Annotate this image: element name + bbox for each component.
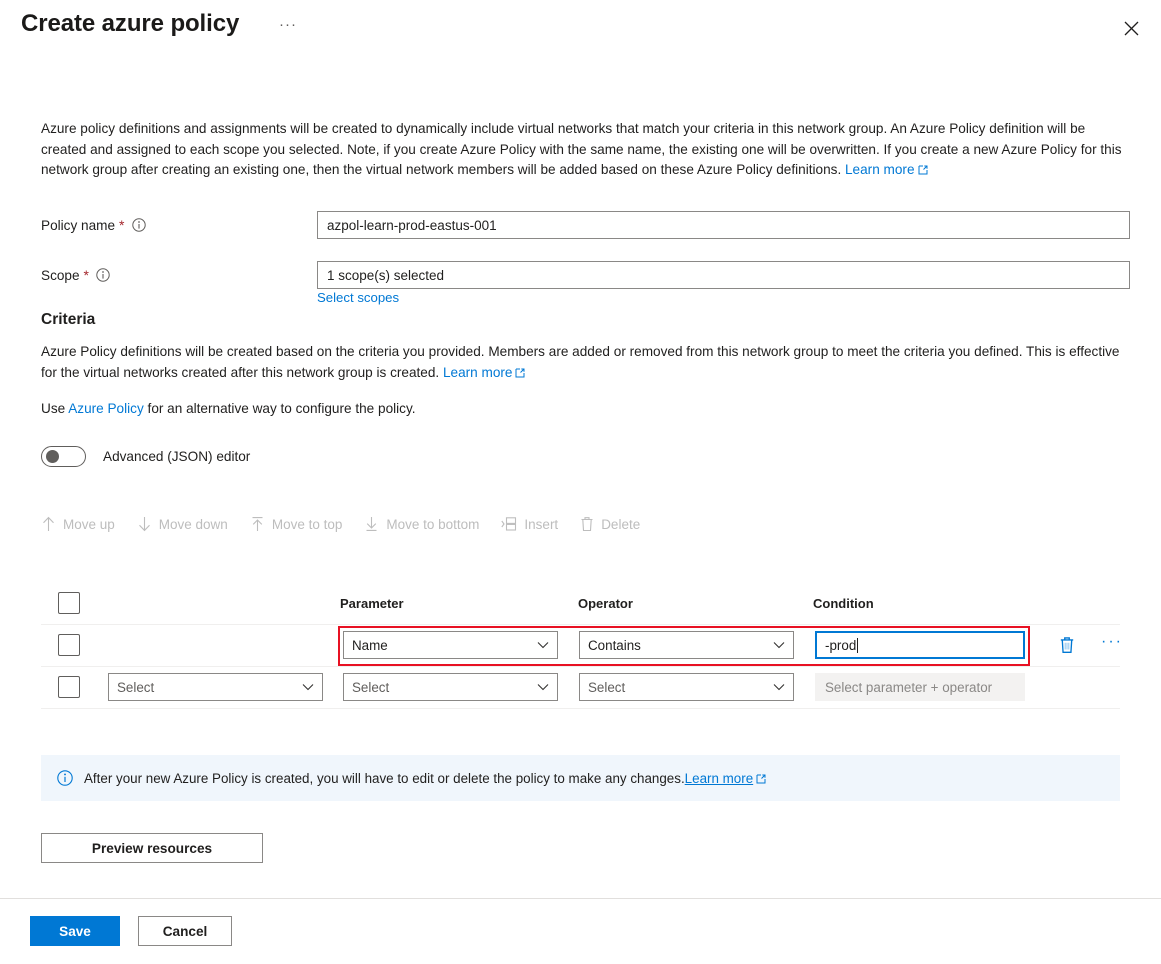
policy-name-input[interactable]: [317, 211, 1130, 239]
criteria-description: Azure Policy definitions will be created…: [41, 342, 1131, 383]
column-header-operator: Operator: [578, 596, 633, 611]
insert-label: Insert: [524, 517, 558, 532]
arrow-to-bottom-icon: [364, 516, 379, 532]
save-button[interactable]: Save: [30, 916, 120, 946]
criteria-learn-more-link[interactable]: Learn more: [443, 365, 513, 380]
row2-condition-input: Select parameter + operator: [815, 673, 1025, 701]
criteria-heading: Criteria: [41, 311, 95, 329]
title-more-menu-icon[interactable]: ···: [275, 14, 301, 35]
external-link-icon: [515, 368, 525, 378]
cancel-button[interactable]: Cancel: [138, 916, 232, 946]
row1-parameter-value: Name: [352, 638, 388, 653]
scope-label-text: Scope: [41, 268, 80, 283]
alternative-config-text: Use Azure Policy for an alternative way …: [41, 399, 416, 420]
chevron-down-icon: [537, 641, 549, 649]
scope-required-mark: *: [84, 267, 89, 283]
info-icon[interactable]: [96, 268, 110, 282]
advanced-json-editor-toggle[interactable]: [41, 446, 86, 467]
move-to-bottom-button[interactable]: Move to bottom: [364, 516, 479, 532]
preview-resources-button[interactable]: Preview resources: [41, 833, 263, 863]
advanced-json-editor-toggle-row: Advanced (JSON) editor: [41, 446, 250, 467]
alt-text-before: Use: [41, 401, 68, 416]
row2-parameter-select[interactable]: Select: [343, 673, 558, 701]
azure-policy-link[interactable]: Azure Policy: [68, 401, 144, 416]
chevron-down-icon: [537, 683, 549, 691]
move-up-button[interactable]: Move up: [41, 516, 115, 532]
row2-parameter-value: Select: [352, 680, 389, 695]
info-icon[interactable]: [132, 218, 146, 232]
row1-more-icon[interactable]: ···: [1101, 633, 1123, 651]
chevron-down-icon: [773, 641, 785, 649]
scope-label: Scope *: [41, 267, 110, 283]
criteria-description-text: Azure Policy definitions will be created…: [41, 344, 1119, 380]
external-link-icon: [918, 165, 928, 175]
text-cursor: [857, 638, 858, 653]
arrow-down-icon: [137, 516, 152, 532]
row-checkbox[interactable]: [58, 634, 80, 656]
page-title: Create azure policy: [21, 10, 239, 38]
row1-operator-value: Contains: [588, 638, 641, 653]
row2-logical-select[interactable]: Select: [108, 673, 323, 701]
row2-condition-placeholder: Select parameter + operator: [825, 680, 992, 695]
move-down-label: Move down: [159, 517, 228, 532]
info-banner-text: After your new Azure Policy is created, …: [84, 771, 685, 786]
window-titlebar: Create azure policy ···: [0, 0, 1161, 58]
row1-delete-icon[interactable]: [1059, 636, 1075, 654]
policy-name-required-mark: *: [119, 217, 124, 233]
move-down-button[interactable]: Move down: [137, 516, 228, 532]
row2-operator-value: Select: [588, 680, 625, 695]
intro-learn-more-link[interactable]: Learn more: [845, 162, 915, 177]
row1-parameter-select[interactable]: Name: [343, 631, 558, 659]
policy-name-label-text: Policy name: [41, 218, 115, 233]
select-all-checkbox[interactable]: [58, 592, 80, 614]
row-checkbox[interactable]: [58, 676, 80, 698]
column-header-parameter: Parameter: [340, 596, 404, 611]
row2-logical-value: Select: [117, 680, 154, 695]
dialog-footer: Save Cancel: [0, 898, 1161, 964]
insert-row-icon: [501, 516, 517, 532]
delete-button[interactable]: Delete: [580, 516, 640, 532]
insert-button[interactable]: Insert: [501, 516, 558, 532]
move-to-top-button[interactable]: Move to top: [250, 516, 343, 532]
scope-input[interactable]: [317, 261, 1130, 289]
row1-operator-select[interactable]: Contains: [579, 631, 794, 659]
move-to-top-label: Move to top: [272, 517, 343, 532]
dialog-content: Azure policy definitions and assignments…: [0, 58, 1161, 898]
toggle-knob: [46, 450, 59, 463]
move-to-bottom-label: Move to bottom: [386, 517, 479, 532]
info-banner-learn-more-link[interactable]: Learn more: [685, 771, 753, 786]
move-up-label: Move up: [63, 517, 115, 532]
intro-text: Azure policy definitions and assignments…: [41, 121, 1122, 177]
arrow-to-top-icon: [250, 516, 265, 532]
row2-operator-select[interactable]: Select: [579, 673, 794, 701]
info-banner: After your new Azure Policy is created, …: [41, 755, 1120, 801]
table-row: Select Select Select Select parameter + …: [41, 667, 1120, 709]
column-header-condition: Condition: [813, 596, 874, 611]
table-header-row: Parameter Operator Condition: [41, 583, 1120, 625]
row1-condition-input[interactable]: -prod: [815, 631, 1025, 659]
info-icon: [57, 770, 73, 786]
policy-name-label: Policy name *: [41, 217, 146, 233]
criteria-command-bar: Move up Move down Move to top Move to bo…: [41, 508, 662, 540]
advanced-json-editor-label: Advanced (JSON) editor: [103, 449, 250, 464]
trash-icon: [580, 516, 594, 532]
select-scopes-link[interactable]: Select scopes: [317, 290, 399, 305]
external-link-icon: [756, 774, 766, 784]
delete-label: Delete: [601, 517, 640, 532]
criteria-table: Parameter Operator Condition Name Contai…: [41, 583, 1120, 709]
intro-paragraph: Azure policy definitions and assignments…: [41, 119, 1131, 181]
row1-condition-value: -prod: [825, 638, 856, 653]
chevron-down-icon: [773, 683, 785, 691]
table-row: Name Contains -prod ···: [41, 625, 1120, 667]
arrow-up-icon: [41, 516, 56, 532]
alt-text-after: for an alternative way to configure the …: [144, 401, 416, 416]
chevron-down-icon: [302, 683, 314, 691]
close-icon[interactable]: [1115, 12, 1147, 44]
